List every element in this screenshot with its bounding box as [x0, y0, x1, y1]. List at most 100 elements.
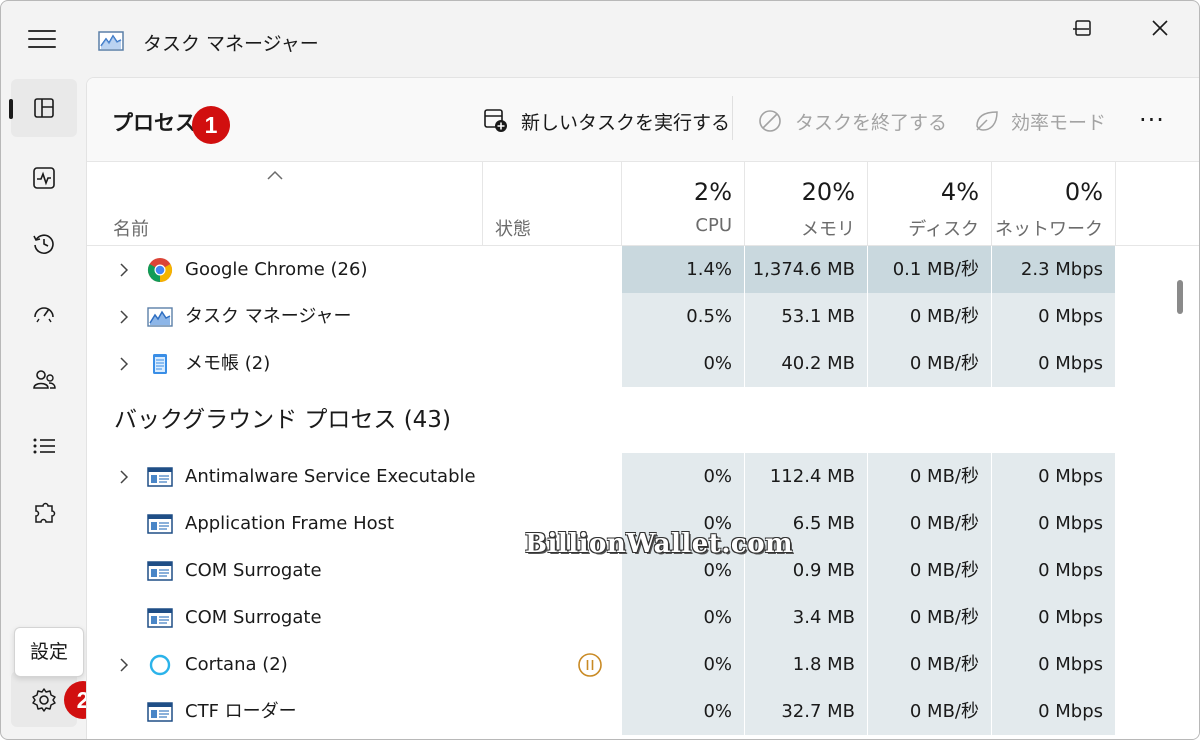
hamburger-menu-icon[interactable] [28, 30, 56, 50]
notepad-icon [147, 351, 173, 377]
cell-network: 0 Mbps [992, 641, 1116, 688]
window-icon [147, 511, 173, 537]
task-manager-icon [147, 304, 173, 330]
process-list: Google Chrome (26) 1.4% 1,374.6 MB 0.1 MB/秒… [87, 246, 1199, 739]
vertical-scrollbar-thumb[interactable] [1177, 280, 1183, 314]
end-task-label: タスクを終了する [795, 112, 948, 134]
cell-disk: 0.1 MB/秒 [868, 246, 992, 293]
cell-memory: 32.7 MB [745, 688, 868, 735]
cell-cpu: 0% [622, 453, 745, 500]
expand-chevron-icon[interactable] [117, 309, 131, 325]
efficiency-mode-button[interactable]: 効率モード [973, 100, 1113, 140]
cell-cpu: 0% [622, 340, 745, 387]
cell-disk: 0 MB/秒 [868, 547, 992, 594]
nav-users[interactable] [11, 351, 77, 409]
process-name: タスク マネージャー [185, 306, 352, 327]
table-row[interactable]: メモ帳 (2) 0% 40.2 MB 0 MB/秒 0 Mbps [87, 340, 1199, 387]
process-name: CTF ローダー [185, 701, 297, 722]
table-row[interactable]: Antimalware Service Executable 0% 112.4 MB… [87, 453, 1199, 500]
table-row[interactable]: CTF ローダー 0% 32.7 MB 0 MB/秒 0 Mbps [87, 688, 1199, 735]
cell-network: 0 Mbps [992, 547, 1116, 594]
toolbar: プロセス 新しいタスクを実行する タスクを終了する 効率モード ... [87, 78, 1199, 162]
window-icon [147, 464, 173, 490]
process-name: Application Frame Host [185, 513, 395, 534]
nav-performance[interactable] [11, 149, 77, 207]
group-header-background-processes: バックグラウンド プロセス (43) [87, 387, 1199, 453]
chrome-icon [147, 257, 173, 283]
expand-chevron-icon[interactable] [117, 356, 131, 372]
column-header-memory[interactable]: 20% メモリ [745, 162, 868, 246]
network-total-percent: 0% [1064, 178, 1103, 206]
watermark-text: BillionWallet.com [525, 529, 794, 559]
processes-icon [34, 98, 54, 118]
cell-network: 2.3 Mbps [992, 246, 1116, 293]
annotation-badge-1: 1 [192, 106, 230, 144]
cell-network: 0 Mbps [992, 594, 1116, 641]
end-task-icon [759, 110, 781, 132]
run-new-task-button[interactable]: 新しいタスクを実行する [483, 100, 730, 140]
cell-memory: 40.2 MB [745, 340, 868, 387]
nav-details[interactable] [11, 417, 77, 475]
cell-cpu: 0% [622, 688, 745, 735]
cell-disk: 0 MB/秒 [868, 500, 992, 547]
process-name: Cortana (2) [185, 654, 288, 675]
column-header-status[interactable]: 状態 [483, 162, 622, 246]
memory-label: メモリ [801, 219, 855, 240]
end-task-button[interactable]: タスクを終了する [757, 100, 947, 140]
cell-cpu: 0.5% [622, 293, 745, 340]
efficiency-leaf-icon [976, 111, 998, 131]
process-name: Antimalware Service Executable [185, 466, 476, 487]
column-header-name[interactable]: 名前 [87, 162, 483, 246]
nav-app-history[interactable] [11, 215, 77, 273]
cell-memory: 1.8 MB [745, 641, 868, 688]
expand-chevron-icon[interactable] [117, 469, 131, 485]
cell-cpu: 0% [622, 641, 745, 688]
cell-disk: 0 MB/秒 [868, 688, 992, 735]
process-name: Google Chrome (26) [185, 259, 368, 280]
close-button[interactable] [1135, 13, 1185, 43]
users-icon [33, 370, 56, 389]
column-header-network[interactable]: 0% ネットワーク [992, 162, 1116, 246]
cell-network: 0 Mbps [992, 293, 1116, 340]
expand-chevron-icon[interactable] [117, 657, 131, 673]
disk-total-percent: 4% [940, 178, 979, 206]
table-row[interactable]: Google Chrome (26) 1.4% 1,374.6 MB 0.1 MB/秒… [87, 246, 1199, 293]
nav-processes[interactable] [9, 79, 77, 137]
cell-network: 0 Mbps [992, 340, 1116, 387]
table-row[interactable]: COM Surrogate 0% 3.4 MB 0 MB/秒 0 Mbps [87, 594, 1199, 641]
efficiency-mode-label: 効率モード [1011, 112, 1107, 134]
expand-chevron-icon[interactable] [117, 262, 131, 278]
nav-services[interactable] [11, 485, 77, 543]
maximize-icon [1075, 20, 1091, 36]
settings-tooltip: 設定 [14, 627, 84, 677]
more-options-button[interactable]: ... [1139, 101, 1169, 130]
close-icon [1152, 20, 1168, 36]
cell-network: 0 Mbps [992, 453, 1116, 500]
column-header-cpu[interactable]: 2% CPU [622, 162, 745, 246]
page-title: プロセス [112, 111, 196, 135]
column-name-label: 名前 [113, 219, 149, 240]
process-name: COM Surrogate [185, 607, 322, 628]
task-manager-icon [98, 31, 124, 51]
history-icon [33, 234, 54, 254]
maximize-button[interactable] [1058, 13, 1108, 43]
table-row[interactable]: Cortana (2) 0% 1.8 MB 0 MB/秒 0 Mbps [87, 641, 1199, 688]
window-icon [147, 558, 173, 584]
column-header-disk[interactable]: 4% ディスク [868, 162, 992, 246]
details-list-icon [33, 438, 55, 454]
task-manager-window: タスク マネージャー 設定 2 プロセス 新しいタスクを実行する タスクを終了す… [0, 0, 1200, 740]
cell-disk: 0 MB/秒 [868, 453, 992, 500]
process-name: メモ帳 (2) [185, 353, 271, 374]
performance-icon [33, 167, 55, 189]
title-bar: タスク マネージャー [1, 1, 1199, 55]
cpu-label: CPU [695, 215, 732, 236]
cell-disk: 0 MB/秒 [868, 641, 992, 688]
table-row[interactable]: タスク マネージャー 0.5% 53.1 MB 0 MB/秒 0 Mbps [87, 293, 1199, 340]
nav-startup-apps[interactable] [11, 283, 77, 341]
network-label: ネットワーク [995, 219, 1103, 240]
group-title: バックグラウンド プロセス (43) [114, 407, 451, 433]
suspended-status-icon [577, 652, 603, 678]
cortana-icon [147, 652, 173, 678]
gear-icon [32, 688, 56, 712]
cell-memory: 3.4 MB [745, 594, 868, 641]
